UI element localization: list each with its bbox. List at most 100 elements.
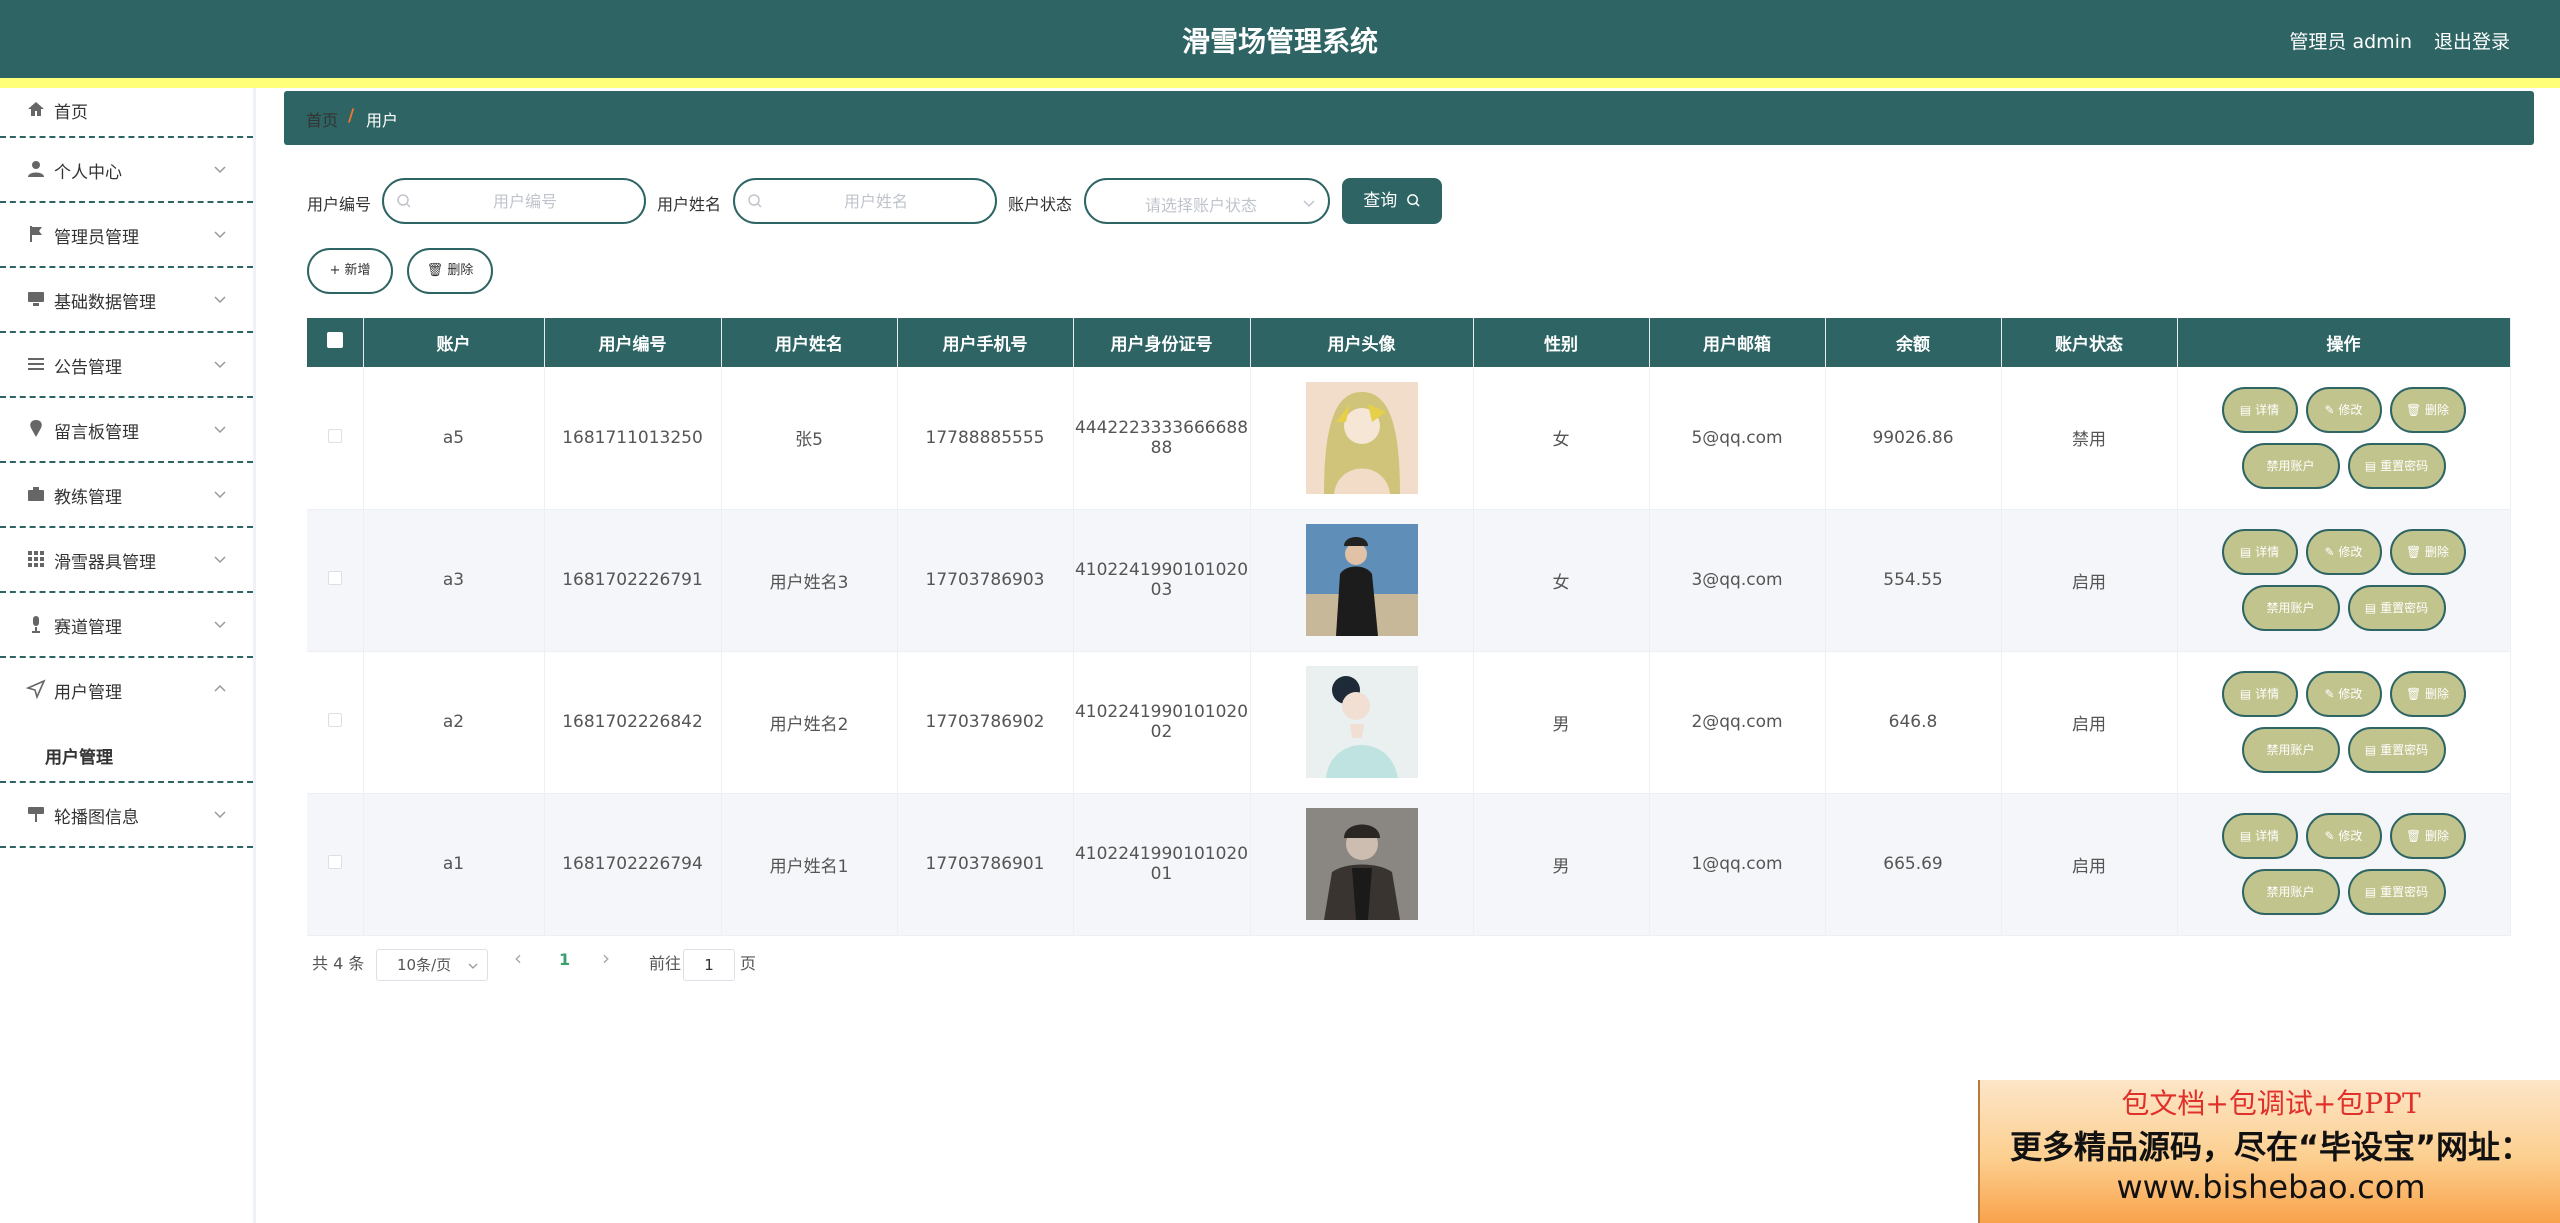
pencil-icon: ✎ <box>2324 829 2339 843</box>
select-all-checkbox[interactable] <box>326 332 343 348</box>
pencil-icon: ✎ <box>2324 402 2339 417</box>
disable-account-button[interactable]: 禁用账户 <box>2241 869 2340 915</box>
doc-icon: ▤ <box>2364 743 2381 757</box>
table-header-row: 账户 用户编号 用户姓名 用户手机号 用户身份证号 用户头像 性别 用户邮箱 余… <box>307 318 2511 367</box>
page-number-current[interactable]: 1 <box>559 950 570 969</box>
idcard-line: 02 <box>1150 722 1173 742</box>
avatar[interactable] <box>1305 808 1418 920</box>
account-status-select[interactable]: 请选择账户状态 <box>1084 178 1330 224</box>
edit-label: 修改 <box>2338 829 2363 843</box>
col-header: 用户头像 <box>1250 318 1474 367</box>
select-all-cell[interactable] <box>307 318 364 367</box>
page-size-select[interactable]: 10条/页 <box>376 949 488 981</box>
disable-account-button[interactable]: 禁用账户 <box>2241 727 2340 773</box>
cell-email: 5@qq.com <box>1649 367 1826 510</box>
row-delete-button[interactable]: 🗑 删除 <box>2389 813 2466 859</box>
chevron-up-icon <box>214 684 226 692</box>
cell-avatar <box>1250 793 1474 936</box>
add-button[interactable]: + 新增 <box>307 248 393 294</box>
sidebar-item-equipment[interactable]: 滑雪器具管理 <box>0 528 253 593</box>
reset-password-button[interactable]: ▤ 重置密码 <box>2347 869 2446 915</box>
user-id-input[interactable] <box>420 188 630 214</box>
briefcase-icon <box>28 487 44 501</box>
cell-user-name: 用户姓名2 <box>721 651 898 794</box>
col-header: 用户手机号 <box>897 318 1074 367</box>
cell-status: 启用 <box>2001 651 2178 794</box>
sidebar-item-tracks[interactable]: 赛道管理 <box>0 593 253 658</box>
user-id-field[interactable] <box>382 178 646 224</box>
sidebar-item-label: 教练管理 <box>54 488 122 508</box>
sidebar-item-home[interactable]: 首页 <box>0 88 253 138</box>
avatar[interactable] <box>1305 381 1418 494</box>
row-delete-button[interactable]: 🗑 删除 <box>2389 386 2466 433</box>
detail-button[interactable]: ▤ 详情 <box>2221 386 2298 433</box>
row-delete-button[interactable]: 🗑 删除 <box>2389 671 2466 717</box>
row-checkbox[interactable] <box>327 855 342 869</box>
sidebar-item-label: 留言板管理 <box>54 423 139 443</box>
row-select-cell[interactable] <box>307 367 364 510</box>
disable-account-button[interactable]: 禁用账户 <box>2241 585 2340 631</box>
detail-label: 详情 <box>2255 545 2280 559</box>
cell-phone: 17703786901 <box>897 793 1074 936</box>
sidebar-item-notices[interactable]: 公告管理 <box>0 333 253 398</box>
sidebar-subitem-users[interactable]: 用户管理 <box>0 723 253 783</box>
sidebar-item-label: 用户管理 <box>54 683 122 703</box>
prev-page-button[interactable]: ‹ <box>514 946 522 970</box>
query-button-label: 查询 <box>1363 191 1398 211</box>
sidebar-item-label: 轮播图信息 <box>54 808 139 828</box>
detail-button[interactable]: ▤ 详情 <box>2221 671 2298 717</box>
sidebar-item-users[interactable]: 用户管理 <box>0 658 253 723</box>
sidebar-item-messages[interactable]: 留言板管理 <box>0 398 253 463</box>
edit-label: 修改 <box>2338 402 2363 417</box>
logout-link[interactable]: 退出登录 <box>2434 27 2510 54</box>
doc-icon: ▤ <box>2239 687 2256 701</box>
reset-label: 重置密码 <box>2380 601 2429 615</box>
edit-button[interactable]: ✎ 修改 <box>2305 813 2382 859</box>
sidebar-item-profile[interactable]: 个人中心 <box>0 138 253 203</box>
user-name-input[interactable] <box>771 188 981 214</box>
flag-icon <box>30 226 42 242</box>
reset-password-button[interactable]: ▤ 重置密码 <box>2347 585 2446 631</box>
cell-account: a2 <box>363 651 545 794</box>
promo-banner: 包文档+包调试+包PPT 更多精品源码，尽在“毕设宝”网址： www.bishe… <box>1978 1080 2560 1223</box>
sidebar: 首页 个人中心 管理员管理 基础数据管理 公告管理 留言板管理 教练管理 滑雪器… <box>0 88 256 1223</box>
row-checkbox[interactable] <box>327 571 342 585</box>
edit-button[interactable]: ✎ 修改 <box>2305 671 2382 717</box>
row-select-cell[interactable] <box>307 509 364 652</box>
goto-label: 前往 <box>649 954 682 973</box>
detail-button[interactable]: ▤ 详情 <box>2221 529 2298 575</box>
sidebar-item-carousel[interactable]: 轮播图信息 <box>0 783 253 848</box>
pin-icon <box>30 420 42 437</box>
edit-button[interactable]: ✎ 修改 <box>2305 529 2382 575</box>
avatar[interactable] <box>1305 524 1418 636</box>
page-unit-label: 页 <box>740 954 757 973</box>
user-name-field[interactable] <box>733 178 997 224</box>
doc-icon: ▤ <box>2364 458 2381 473</box>
goto-page-input[interactable]: 1 <box>683 949 735 981</box>
next-page-button[interactable]: › <box>602 946 610 970</box>
delete-button[interactable]: 🗑 删除 <box>407 248 493 294</box>
sidebar-item-basic-data[interactable]: 基础数据管理 <box>0 268 253 333</box>
cell-account: a3 <box>363 509 545 652</box>
row-checkbox[interactable] <box>327 713 342 727</box>
breadcrumb-home[interactable]: 首页 <box>306 107 338 131</box>
edit-button[interactable]: ✎ 修改 <box>2305 386 2382 433</box>
idcard-line: 03 <box>1150 580 1173 600</box>
sidebar-item-admins[interactable]: 管理员管理 <box>0 203 253 268</box>
reset-password-button[interactable]: ▤ 重置密码 <box>2347 727 2446 773</box>
chevron-down-icon <box>214 296 226 304</box>
query-button[interactable]: 查询 <box>1342 178 1442 224</box>
detail-button[interactable]: ▤ 详情 <box>2221 813 2298 859</box>
plus-icon: + <box>329 263 345 278</box>
row-select-cell[interactable] <box>307 793 364 936</box>
monitor-icon <box>28 292 44 306</box>
row-select-cell[interactable] <box>307 651 364 794</box>
sidebar-item-coaches[interactable]: 教练管理 <box>0 463 253 528</box>
reset-password-button[interactable]: ▤ 重置密码 <box>2347 442 2446 489</box>
row-checkbox[interactable] <box>327 428 342 443</box>
avatar[interactable] <box>1305 666 1418 778</box>
row-delete-button[interactable]: 🗑 删除 <box>2389 529 2466 575</box>
disable-account-button[interactable]: 禁用账户 <box>2241 442 2340 489</box>
cell-email: 1@qq.com <box>1649 793 1826 936</box>
delete-label: 删除 <box>2425 687 2450 701</box>
